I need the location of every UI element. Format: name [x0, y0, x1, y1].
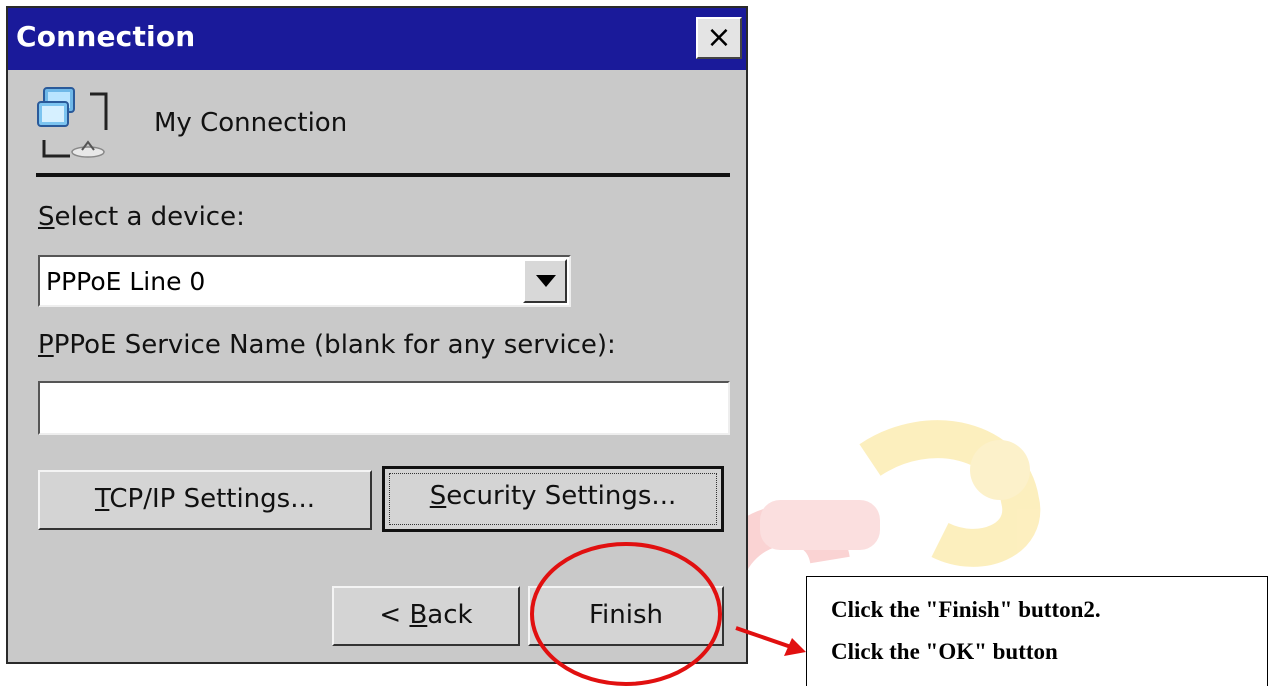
connection-name: My Connection: [154, 108, 348, 138]
focus-rect: Security Settings...: [389, 473, 717, 525]
close-button[interactable]: ×: [696, 17, 742, 59]
title-bar: Connection ×: [8, 8, 746, 70]
back-button[interactable]: < Back: [332, 586, 520, 646]
dropdown-button[interactable]: [523, 259, 567, 303]
annotation-line-2: Click the "OK" button: [831, 639, 1058, 664]
chevron-down-icon: [536, 275, 556, 287]
dialog-title: Connection: [16, 20, 196, 53]
connection-dialog: Connection × My Connection Select a devi…: [6, 6, 748, 664]
device-select-value: PPPoE Line 0: [46, 267, 206, 296]
tcpip-settings-button[interactable]: TCP/IP Settings...: [38, 470, 372, 530]
annotation-line-1: Click the "Finish" button2.: [831, 597, 1101, 622]
annotation-callout: Click the "Finish" button2. Click the "O…: [806, 576, 1268, 686]
security-settings-button[interactable]: Security Settings...: [382, 466, 724, 532]
network-computer-icon: [37, 87, 108, 158]
service-name-input[interactable]: [38, 381, 730, 435]
finish-button[interactable]: Finish: [528, 586, 724, 646]
separator: [36, 173, 730, 177]
device-label: Select a device:: [38, 202, 245, 232]
device-select[interactable]: PPPoE Line 0: [38, 255, 571, 307]
service-name-label: PPPoE Service Name (blank for any servic…: [38, 330, 616, 360]
close-icon: ×: [706, 20, 732, 55]
